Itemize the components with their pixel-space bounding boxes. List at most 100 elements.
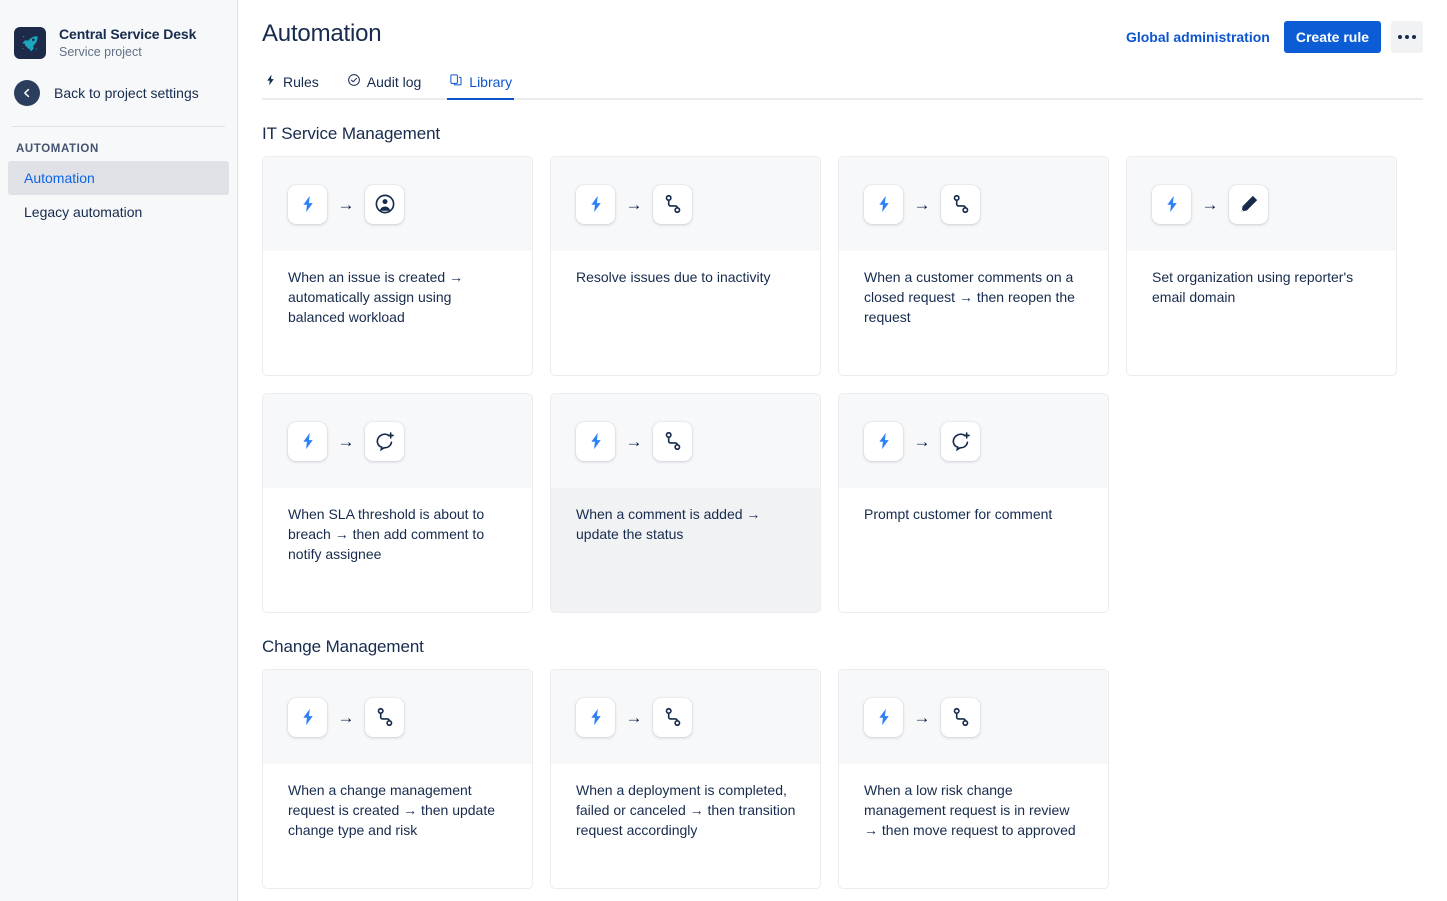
more-dot-icon bbox=[1412, 35, 1416, 39]
arrow-right-icon: → bbox=[625, 709, 643, 726]
card-text: When a deployment is completed, failed o… bbox=[576, 780, 796, 840]
bolt-icon bbox=[264, 73, 277, 90]
card-icon-row: → bbox=[263, 670, 532, 764]
library-card[interactable]: → When a deployment is completed, failed… bbox=[550, 669, 821, 889]
card-body: Resolve issues due to inactivity bbox=[551, 251, 820, 375]
rocket-icon bbox=[14, 27, 46, 59]
card-icon-row: → bbox=[263, 394, 532, 488]
arrow-right-icon: → bbox=[337, 196, 355, 213]
card-text: When a low risk change management reques… bbox=[864, 780, 1084, 840]
sidebar: Central Service Desk Service project Bac… bbox=[0, 0, 238, 901]
card-icon-row: → bbox=[839, 157, 1108, 251]
card-body: When a comment is added → update the sta… bbox=[551, 488, 820, 612]
add-comment-icon bbox=[941, 422, 980, 461]
card-text: When SLA threshold is about to breach → … bbox=[288, 504, 508, 564]
page-header: Automation Global administration Create … bbox=[262, 0, 1423, 53]
more-actions-button[interactable] bbox=[1391, 21, 1423, 53]
section-title-it-service-management: IT Service Management bbox=[262, 124, 1423, 144]
project-header[interactable]: Central Service Desk Service project bbox=[0, 0, 237, 60]
back-to-project-settings-link[interactable]: Back to project settings bbox=[0, 60, 237, 106]
tab-label: Library bbox=[469, 74, 512, 90]
library-card[interactable]: → Resolve issues due to inactivity bbox=[550, 156, 821, 376]
bolt-icon bbox=[288, 422, 327, 461]
card-body: Prompt customer for comment bbox=[839, 488, 1108, 612]
card-body: Set organization using reporter's email … bbox=[1127, 251, 1396, 375]
header-actions: Global administration Create rule bbox=[1122, 18, 1423, 53]
bolt-icon bbox=[864, 698, 903, 737]
card-icon-row: → bbox=[263, 157, 532, 251]
sidebar-item-label: Legacy automation bbox=[24, 204, 142, 220]
page-title: Automation bbox=[262, 18, 381, 50]
library-card[interactable]: → When a low risk change management requ… bbox=[838, 669, 1109, 889]
bolt-icon bbox=[864, 422, 903, 461]
project-name: Central Service Desk bbox=[59, 26, 196, 43]
card-body: When a deployment is completed, failed o… bbox=[551, 764, 820, 888]
card-text: When a customer comments on a closed req… bbox=[864, 267, 1084, 327]
card-icon-row: → bbox=[551, 670, 820, 764]
card-body: When a customer comments on a closed req… bbox=[839, 251, 1108, 375]
sidebar-item-label: Automation bbox=[24, 170, 95, 186]
tab-library[interactable]: Library bbox=[447, 69, 514, 98]
library-card[interactable]: → When a customer comments on a closed r… bbox=[838, 156, 1109, 376]
card-grid-change-management: → When a change management request is cr… bbox=[262, 669, 1423, 889]
more-dot-icon bbox=[1405, 35, 1409, 39]
card-icon-row: → bbox=[839, 670, 1108, 764]
check-circle-icon bbox=[347, 73, 361, 90]
arrow-left-circle-icon bbox=[14, 80, 40, 106]
transition-icon bbox=[941, 185, 980, 224]
arrow-right-icon: → bbox=[337, 433, 355, 450]
create-rule-button[interactable]: Create rule bbox=[1284, 21, 1381, 53]
tab-rules[interactable]: Rules bbox=[262, 69, 321, 98]
library-card[interactable]: → Prompt customer for comment bbox=[838, 393, 1109, 613]
bolt-icon bbox=[864, 185, 903, 224]
card-grid-it-service-management: → When an issue is created → automatical… bbox=[262, 156, 1423, 613]
card-text: Set organization using reporter's email … bbox=[1152, 267, 1372, 307]
library-card[interactable]: → When an issue is created → automatical… bbox=[262, 156, 533, 376]
card-text: Resolve issues due to inactivity bbox=[576, 267, 796, 287]
pencil-icon bbox=[1229, 185, 1268, 224]
section-title-change-management: Change Management bbox=[262, 637, 1423, 657]
transition-icon bbox=[653, 422, 692, 461]
arrow-right-icon: → bbox=[913, 709, 931, 726]
sidebar-item-automation[interactable]: Automation bbox=[8, 161, 229, 195]
card-text: Prompt customer for comment bbox=[864, 504, 1084, 524]
card-text: When a comment is added → update the sta… bbox=[576, 504, 796, 544]
card-icon-row: → bbox=[1127, 157, 1396, 251]
library-card[interactable]: → When a change management request is cr… bbox=[262, 669, 533, 889]
bolt-icon bbox=[576, 698, 615, 737]
arrow-right-icon: → bbox=[337, 709, 355, 726]
bolt-icon bbox=[576, 422, 615, 461]
tab-bar: Rules Audit log bbox=[262, 69, 1423, 100]
bolt-icon bbox=[288, 698, 327, 737]
bolt-icon bbox=[576, 185, 615, 224]
arrow-right-icon: → bbox=[625, 433, 643, 450]
card-body: When a change management request is crea… bbox=[263, 764, 532, 888]
card-text: When an issue is created → automatically… bbox=[288, 267, 508, 327]
main-content: Automation Global administration Create … bbox=[238, 0, 1447, 901]
arrow-right-icon: → bbox=[913, 196, 931, 213]
more-dot-icon bbox=[1398, 35, 1402, 39]
transition-icon bbox=[941, 698, 980, 737]
project-type: Service project bbox=[59, 45, 196, 60]
card-icon-row: → bbox=[551, 394, 820, 488]
transition-icon bbox=[653, 185, 692, 224]
card-body: When SLA threshold is about to breach → … bbox=[263, 488, 532, 612]
tab-label: Rules bbox=[283, 74, 319, 90]
back-link-label: Back to project settings bbox=[54, 85, 199, 101]
arrow-right-icon: → bbox=[1201, 196, 1219, 213]
add-comment-icon bbox=[365, 422, 404, 461]
transition-icon bbox=[365, 698, 404, 737]
library-card[interactable]: → Set organization using reporter's emai… bbox=[1126, 156, 1397, 376]
sidebar-item-legacy-automation[interactable]: Legacy automation bbox=[8, 195, 229, 229]
card-icon-row: → bbox=[839, 394, 1108, 488]
tab-audit-log[interactable]: Audit log bbox=[345, 69, 423, 98]
bolt-icon bbox=[1152, 185, 1191, 224]
library-card[interactable]: → When a comment is added → update the s… bbox=[550, 393, 821, 613]
copy-icon bbox=[449, 73, 463, 90]
card-icon-row: → bbox=[551, 157, 820, 251]
library-card[interactable]: → When SLA threshold is about to breach … bbox=[262, 393, 533, 613]
arrow-right-icon: → bbox=[913, 433, 931, 450]
global-administration-link[interactable]: Global administration bbox=[1122, 23, 1274, 51]
transition-icon bbox=[653, 698, 692, 737]
assignee-icon bbox=[365, 185, 404, 224]
